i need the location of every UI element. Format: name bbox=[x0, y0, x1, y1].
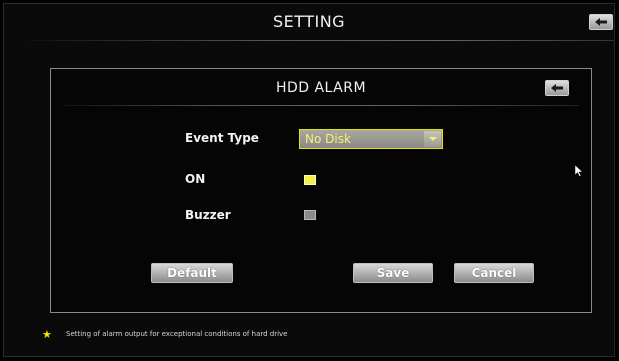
mouse-cursor-icon bbox=[574, 162, 584, 181]
panel-title: HDD ALARM bbox=[275, 80, 367, 96]
setting-screen: SETTING HDD ALARM Event Type No Disk ON … bbox=[3, 3, 615, 357]
title-bar: SETTING bbox=[4, 4, 614, 41]
save-button[interactable]: Save bbox=[353, 263, 433, 283]
default-button[interactable]: Default bbox=[151, 263, 233, 283]
cancel-button[interactable]: Cancel bbox=[454, 263, 534, 283]
hdd-alarm-panel: HDD ALARM Event Type No Disk ON Buzzer D… bbox=[50, 68, 592, 313]
event-type-label: Event Type bbox=[185, 131, 259, 145]
event-type-value: No Disk bbox=[305, 132, 351, 146]
star-icon: ★ bbox=[42, 328, 52, 341]
event-type-select[interactable]: No Disk bbox=[299, 129, 443, 149]
buzzer-label: Buzzer bbox=[185, 208, 231, 222]
chevron-down-icon[interactable] bbox=[424, 131, 441, 147]
footer-hint: Setting of alarm output for exceptional … bbox=[66, 330, 288, 338]
window-back-button[interactable] bbox=[589, 14, 613, 30]
window-title: SETTING bbox=[272, 12, 346, 31]
left-arrow-icon bbox=[595, 18, 607, 26]
on-checkbox[interactable] bbox=[304, 175, 316, 185]
panel-back-button[interactable] bbox=[545, 80, 569, 96]
buzzer-checkbox[interactable] bbox=[304, 210, 316, 220]
panel-divider bbox=[63, 105, 579, 106]
title-divider bbox=[30, 40, 614, 41]
on-label: ON bbox=[185, 172, 206, 186]
left-arrow-icon bbox=[551, 84, 563, 92]
